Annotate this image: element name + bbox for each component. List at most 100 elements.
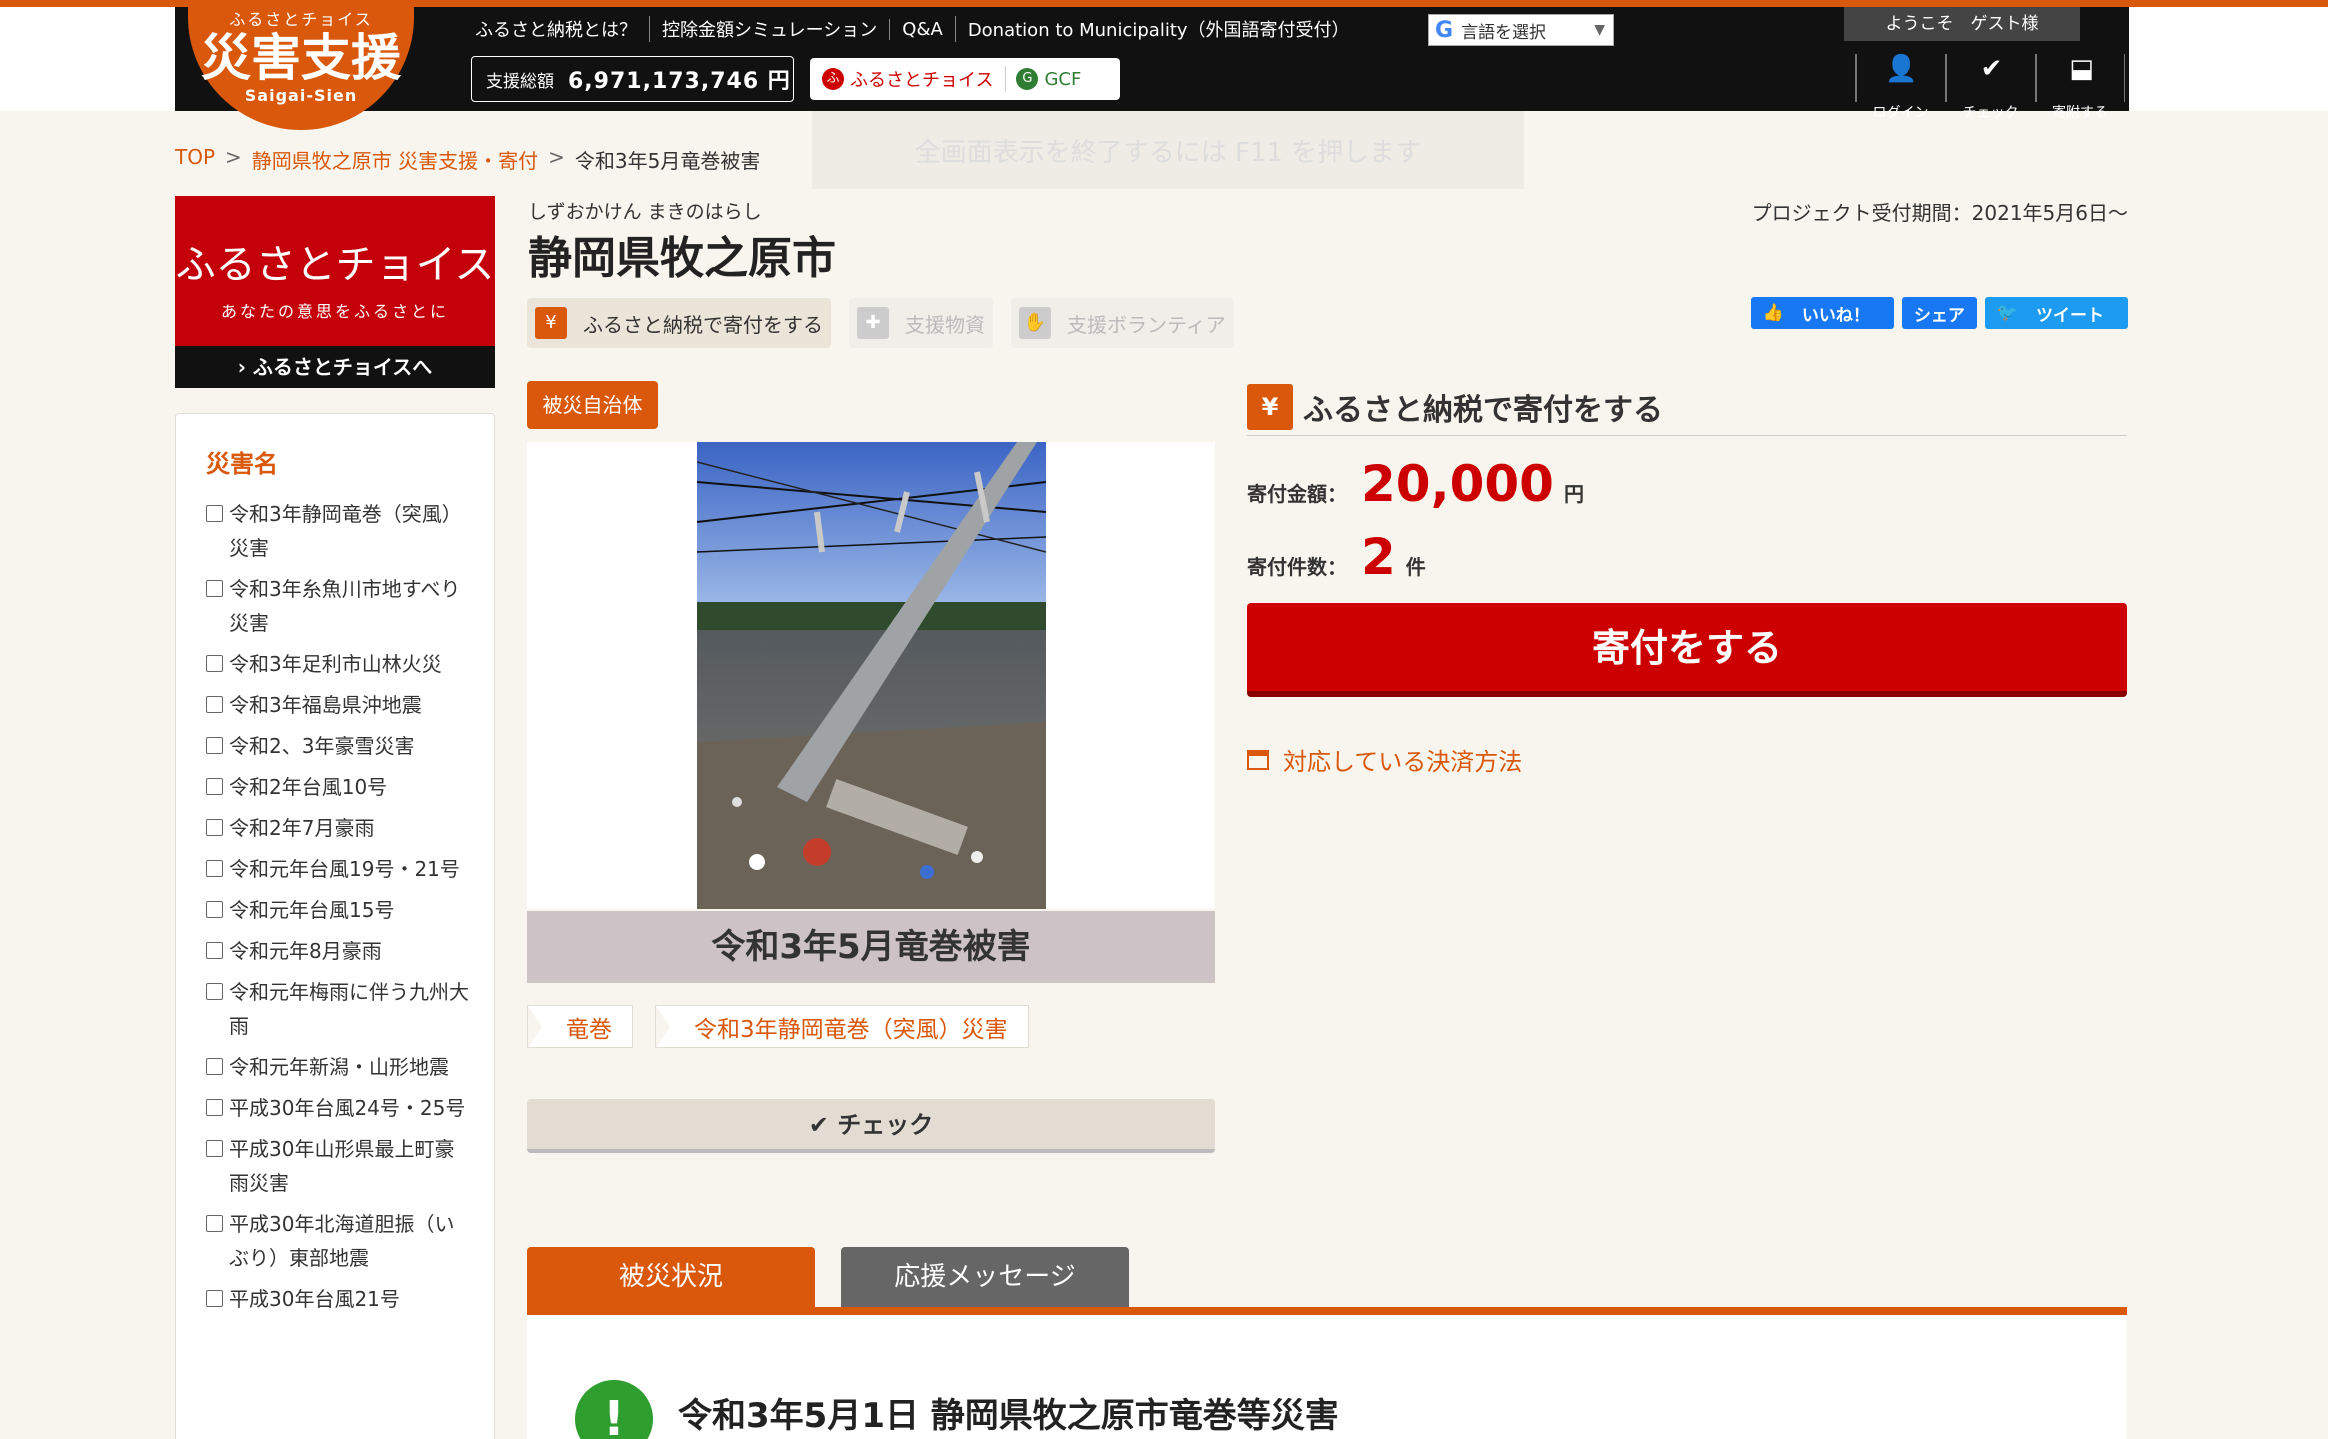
- disaster-label: 平成30年北海道胆振（いぶり）東部地震: [229, 1212, 455, 1270]
- checkbox[interactable]: [206, 1290, 223, 1307]
- disaster-filter: 災害名 令和3年静岡竜巻（突風）災害令和3年糸魚川市地すべり災害令和3年足利市山…: [175, 413, 495, 1439]
- disaster-label: 令和元年台風19号・21号: [229, 857, 460, 881]
- disaster-checkbox-item[interactable]: 令和2年台風10号: [206, 770, 474, 804]
- breadcrumb-top[interactable]: TOP: [175, 145, 215, 174]
- donate-button[interactable]: 寄付をする: [1247, 603, 2127, 697]
- nav-qa[interactable]: Q&A: [889, 18, 955, 40]
- nav-donation-foreign[interactable]: Donation to Municipality（外国語寄付受付）: [954, 16, 1362, 42]
- checkbox[interactable]: [206, 580, 223, 597]
- tab-furusato-donation[interactable]: ¥ ふるさと納税で寄付をする: [527, 298, 831, 348]
- language-select[interactable]: G 言語を選択 ▼: [1428, 14, 1614, 46]
- donation-heading-label: ふるさと納税で寄付をする: [1303, 392, 1663, 428]
- donation-count-value: 2: [1361, 528, 1396, 586]
- disaster-checkbox-item[interactable]: 令和3年糸魚川市地すべり災害: [206, 572, 474, 640]
- banner-button[interactable]: › ふるさとチョイスへ: [175, 346, 495, 388]
- checkbox[interactable]: [206, 860, 223, 877]
- facebook-like-button[interactable]: 👍 いいね！: [1750, 297, 1894, 329]
- donate-box-icon: ⬓: [2036, 54, 2126, 102]
- like-label: いいね！: [1801, 305, 1870, 326]
- disaster-checkbox-item[interactable]: 平成30年台風24号・25号: [206, 1091, 474, 1125]
- disaster-checkbox-item[interactable]: 平成30年山形県最上町豪雨災害: [206, 1132, 474, 1200]
- disaster-heading: 災害名: [206, 450, 278, 478]
- checkbox[interactable]: [206, 1140, 223, 1157]
- check-list-button[interactable]: ✔ チェック: [1945, 54, 2035, 121]
- disaster-label: 令和元年8月豪雨: [229, 939, 382, 963]
- support-type-tabs: ¥ ふるさと納税で寄付をする ✚ 支援物資 ✋ 支援ボランティア: [527, 298, 1234, 348]
- donate-header-button[interactable]: ⬓ 寄附する: [2035, 54, 2126, 121]
- furusato-choice-label: ふるさとチョイス: [850, 70, 994, 91]
- tab-label: 支援ボランティア: [1067, 312, 1226, 337]
- disaster-label: 平成30年山形県最上町豪雨災害: [229, 1137, 455, 1195]
- disaster-checkbox-item[interactable]: 平成30年北海道胆振（いぶり）東部地震: [206, 1207, 474, 1275]
- project-caption: 令和3年5月竜巻被害: [527, 911, 1215, 983]
- disaster-checkbox-item[interactable]: 令和3年足利市山林火災: [206, 647, 474, 681]
- checkbox[interactable]: [206, 1058, 223, 1075]
- brand-links: ふふるさとチョイス G GCF: [810, 58, 1120, 100]
- payment-methods-link[interactable]: 対応している決済方法: [1247, 742, 1522, 777]
- gcf-label: GCF: [1044, 68, 1082, 90]
- header-nav: ふるさと納税とは？ 控除金額シミュレーション Q&A Donation to M…: [475, 14, 1362, 44]
- disaster-checkbox-item[interactable]: 令和2年7月豪雨: [206, 811, 474, 845]
- login-button[interactable]: 👤 ログイン: [1855, 54, 1945, 121]
- disaster-checkbox-item[interactable]: 令和元年新潟・山形地震: [206, 1050, 474, 1084]
- disaster-checkbox-item[interactable]: 令和元年台風19号・21号: [206, 852, 474, 886]
- checkbox[interactable]: [206, 942, 223, 959]
- breadcrumb-municipality[interactable]: 静岡県牧之原市 災害支援・寄付: [252, 145, 538, 174]
- tab-volunteer[interactable]: ✋ 支援ボランティア: [1011, 298, 1234, 348]
- tag-disaster[interactable]: 令和3年静岡竜巻（突風）災害: [655, 1005, 1029, 1048]
- facebook-share-button[interactable]: シェア: [1901, 297, 1977, 329]
- checkbox[interactable]: [206, 696, 223, 713]
- disaster-list: 令和3年静岡竜巻（突風）災害 令和3年糸魚川市地すべり災害 令和3年足利市山林火災令…: [206, 497, 474, 1316]
- checkbox[interactable]: [206, 1099, 223, 1116]
- tweet-label: ツイート: [2036, 305, 2104, 326]
- disaster-checkbox-item[interactable]: 平成30年台風21号: [206, 1282, 474, 1316]
- checkbox[interactable]: [206, 819, 223, 836]
- checkbox[interactable]: [206, 1215, 223, 1232]
- payment-methods-label: 対応している決済方法: [1283, 748, 1523, 776]
- disaster-checkbox-item[interactable]: 令和2、3年豪雪災害: [206, 729, 474, 763]
- disaster-checkbox-item[interactable]: 令和元年台風15号: [206, 893, 474, 927]
- check-button[interactable]: ✔ チェック: [527, 1099, 1215, 1153]
- tweet-button[interactable]: 🐦 ツイート: [1984, 297, 2128, 329]
- donate-header-label: 寄附する: [2052, 105, 2108, 121]
- donation-box-icon: ¥: [535, 307, 567, 339]
- google-icon: G: [1435, 17, 1454, 43]
- disaster-label: 令和3年糸魚川市地すべり災害: [229, 577, 461, 635]
- tab-label: 支援物資: [905, 312, 985, 337]
- checkbox[interactable]: [206, 737, 223, 754]
- disaster-label: 令和元年梅雨に伴う九州大雨: [229, 980, 469, 1038]
- check-label: チェック: [1962, 105, 2019, 121]
- disaster-label: 令和2年7月豪雨: [229, 816, 375, 840]
- disaster-checkbox-item[interactable]: 令和元年梅雨に伴う九州大雨: [206, 975, 474, 1043]
- supplies-icon: ✚: [857, 307, 889, 339]
- nav-simulation[interactable]: 控除金額シミュレーション: [649, 16, 889, 42]
- checkbox[interactable]: [206, 983, 223, 1000]
- gcf-link[interactable]: G GCF: [1006, 68, 1091, 90]
- furusato-choice-link[interactable]: ふふるさとチョイス: [810, 66, 1007, 92]
- disaster-checkbox-item[interactable]: 令和元年8月豪雨: [206, 934, 474, 968]
- furusato-choice-icon: ふ: [822, 68, 844, 90]
- nav-about[interactable]: ふるさと納税とは？: [475, 16, 649, 42]
- disaster-checkbox-item[interactable]: 令和3年静岡竜巻（突風）災害: [206, 497, 474, 565]
- checkbox[interactable]: [206, 655, 223, 672]
- disaster-checkbox-item[interactable]: 令和3年福島県沖地震: [206, 688, 474, 722]
- checkbox[interactable]: [206, 901, 223, 918]
- banner-title: ふるさとチョイス: [175, 242, 495, 288]
- banner-subtitle: あなたの意思をふるさとに: [220, 302, 449, 321]
- breadcrumb: TOP > 静岡県牧之原市 災害支援・寄付 > 令和3年5月竜巻被害: [175, 145, 760, 174]
- checkbox[interactable]: [206, 505, 223, 522]
- municipality-kana: しずおかけん まきのはらし: [528, 201, 762, 223]
- breadcrumb-separator: >: [548, 145, 565, 169]
- checkbox[interactable]: [206, 778, 223, 795]
- welcome-message: ようこそ ゲスト様: [1844, 7, 2080, 41]
- tag-tornado[interactable]: 竜巻: [527, 1005, 633, 1048]
- tab-supplies[interactable]: ✚ 支援物資: [849, 298, 993, 348]
- user-menu: 👤 ログイン ✔ チェック ⬓ 寄附する: [1855, 54, 2126, 121]
- tab-support-messages[interactable]: 応援メッセージ: [841, 1247, 1129, 1307]
- project-photo-area: [527, 442, 1215, 909]
- disaster-label: 令和3年足利市山林火災: [229, 652, 442, 676]
- breadcrumb-current: 令和3年5月竜巻被害: [574, 149, 761, 173]
- furusato-choice-banner[interactable]: ふるさとチョイス あなたの意思をふるさとに › ふるさとチョイスへ: [175, 196, 495, 388]
- project-period: プロジェクト受付期間：2021年5月6日～: [1751, 201, 2128, 225]
- tab-damage-status[interactable]: 被災状況: [527, 1247, 815, 1307]
